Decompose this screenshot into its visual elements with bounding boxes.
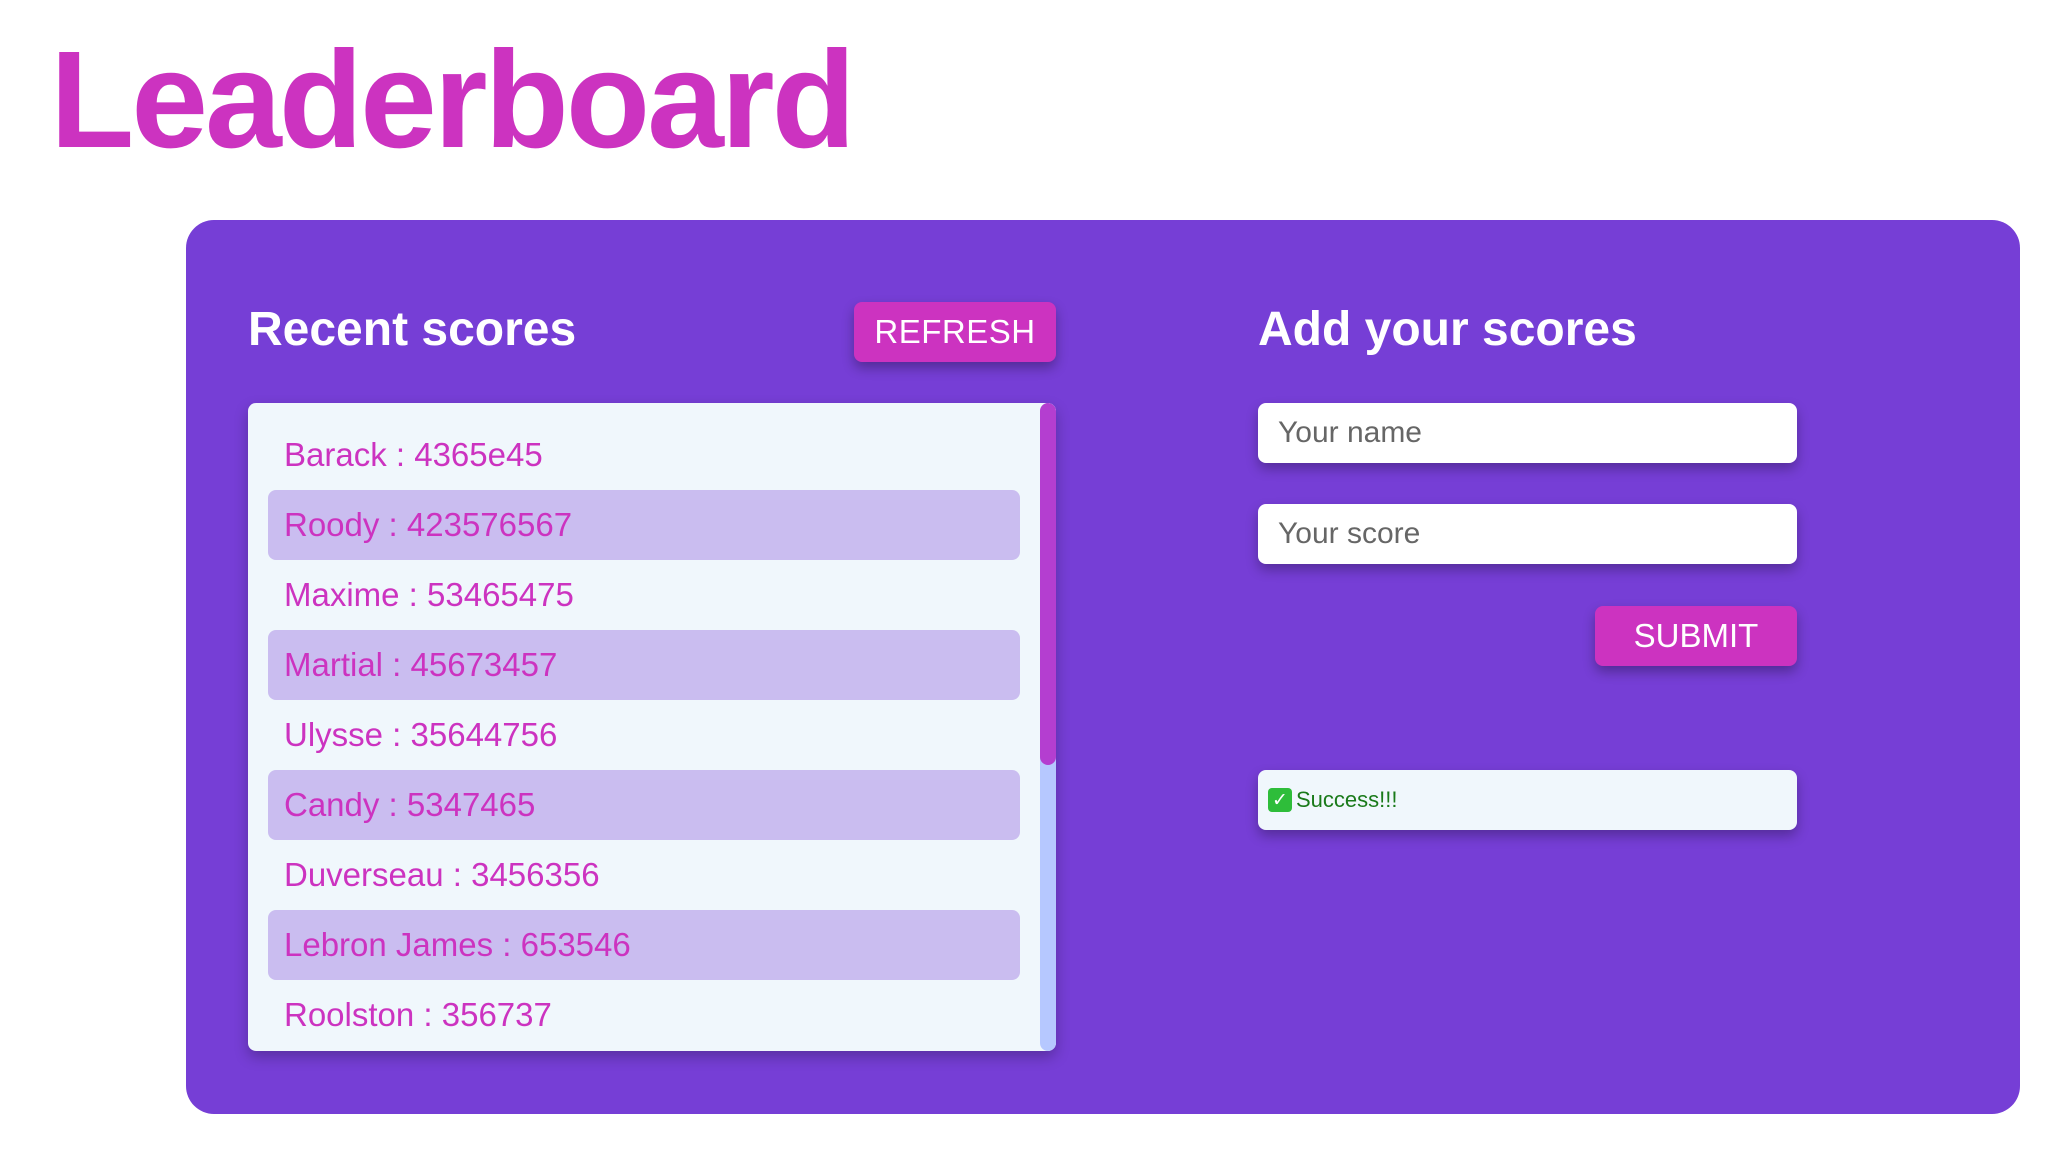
refresh-button[interactable]: REFRESH [854, 302, 1056, 362]
recent-scores-heading: Recent scores [248, 303, 577, 356]
score-input[interactable] [1258, 504, 1797, 564]
scrollbar-thumb[interactable] [1040, 403, 1056, 765]
score-list-item: Duverseau : 3456356 [284, 856, 600, 893]
score-list-container[interactable]: Barack : 4365e45 Roody : 423576567 Maxime … [248, 403, 1056, 1051]
page-title: Leaderboard [50, 23, 856, 177]
scrollbar-track[interactable] [1040, 403, 1056, 1051]
score-list-item: Candy : 5347465 [268, 770, 1020, 840]
score-list: Barack : 4365e45 Roody : 423576567 Maxime … [248, 403, 1056, 1050]
name-input[interactable] [1258, 403, 1797, 463]
score-list-item: Ulysse : 35644756 [284, 716, 558, 753]
add-scores-heading: Add your scores [1258, 303, 1637, 356]
score-list-item: Martial : 45673457 [268, 630, 1020, 700]
score-list-item: Maxime : 53465475 [284, 576, 574, 613]
score-list-item: Lebron James : 653546 [268, 910, 1020, 980]
score-list-item: Roolston : 356737 [284, 996, 552, 1033]
status-message: Success!!! [1296, 787, 1398, 812]
submit-button[interactable]: SUBMIT [1595, 606, 1797, 666]
check-icon: ✓ [1268, 788, 1292, 812]
score-list-item: Roody : 423576567 [268, 490, 1020, 560]
score-list-item: Barack : 4365e45 [284, 436, 543, 473]
leaderboard-panel: Recent scores REFRESH Barack : 4365e45 Ro… [186, 220, 2020, 1114]
status-message-box: ✓ Success!!! [1258, 770, 1797, 830]
